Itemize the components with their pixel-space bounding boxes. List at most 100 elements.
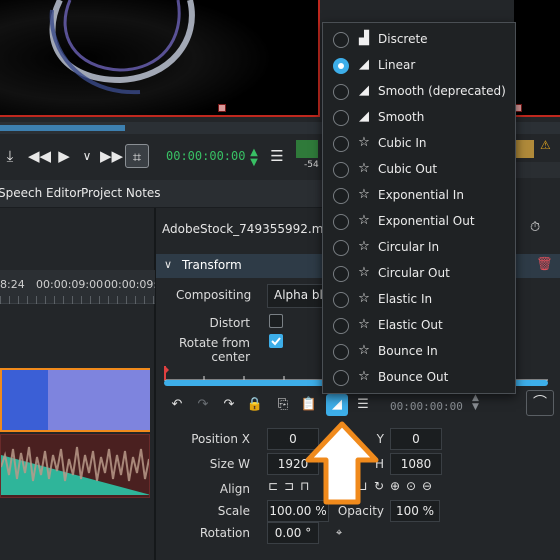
- radio-button[interactable]: [333, 136, 349, 152]
- add-keyframe-icon[interactable]: ↷: [194, 396, 212, 414]
- lock-icon[interactable]: 🔒: [246, 396, 264, 414]
- star-icon: ☆: [358, 161, 370, 176]
- star-icon: ☆: [358, 343, 370, 358]
- zoom-fit-icon[interactable]: ⊙: [406, 479, 416, 493]
- menu-item-label: Circular Out: [378, 266, 450, 280]
- menu-item-linear[interactable]: ◢ Linear: [323, 53, 515, 79]
- radio-button-selected[interactable]: [333, 58, 349, 74]
- menu-item-exponential-in[interactable]: ☆ Exponential In: [323, 183, 515, 209]
- align-hcenter-icon[interactable]: ⊐: [284, 479, 294, 493]
- seek-progress: [0, 125, 125, 131]
- timeline-ruler[interactable]: 8:24 00:00:09:00 00:00:09:3: [0, 270, 164, 304]
- effect-name: Transform: [182, 258, 242, 272]
- menu-item-smooth[interactable]: ◢ Smooth: [323, 105, 515, 131]
- chevron-down-icon[interactable]: ∨: [80, 144, 94, 168]
- align-label: Align: [219, 482, 250, 496]
- opacity-field[interactable]: 100 %: [390, 500, 440, 522]
- menu-item-smooth-deprecated[interactable]: ◢ Smooth (deprecated): [323, 79, 515, 105]
- tab-project-notes[interactable]: Project Notes: [81, 186, 161, 200]
- radio-button[interactable]: [333, 214, 349, 230]
- tab-speech-editor[interactable]: Speech Editor: [0, 186, 82, 200]
- compositing-select[interactable]: Alpha ble: [267, 284, 330, 308]
- menu-icon[interactable]: ☰: [270, 144, 284, 168]
- radio-button[interactable]: [333, 162, 349, 178]
- delete-icon[interactable]: 🗑: [536, 257, 553, 272]
- compositing-label: Compositing: [176, 288, 252, 302]
- menu-item-circular-out[interactable]: ☆ Circular Out: [323, 261, 515, 287]
- radio-button[interactable]: [333, 266, 349, 282]
- transform-handle[interactable]: [218, 104, 226, 112]
- timecode-stepper[interactable]: ▲ ▼: [248, 148, 260, 172]
- rotation-field[interactable]: 0.00 °: [267, 522, 319, 544]
- ruler-label: 8:24: [0, 278, 25, 291]
- clip-monitor[interactable]: [0, 0, 320, 117]
- star-icon: ☆: [358, 265, 370, 280]
- radio-button[interactable]: [333, 318, 349, 334]
- rewind-button[interactable]: ◀◀: [28, 144, 51, 168]
- next-keyframe-icon[interactable]: ↷: [220, 396, 238, 414]
- project-monitor: [514, 0, 560, 117]
- radio-button[interactable]: [333, 292, 349, 308]
- zoom-in-icon[interactable]: ⊕: [390, 479, 400, 493]
- crop-icon[interactable]: ⌗: [125, 144, 149, 168]
- radio-button[interactable]: [333, 188, 349, 204]
- curve-editor-button[interactable]: ⌒: [526, 390, 554, 416]
- size-h-field[interactable]: 1080: [390, 453, 442, 475]
- radio-button[interactable]: [333, 32, 349, 48]
- menu-item-circular-in[interactable]: ☆ Circular In: [323, 235, 515, 261]
- paste-icon[interactable]: 📋: [300, 396, 318, 414]
- copy-icon[interactable]: ⎘: [274, 396, 292, 414]
- menu-item-discrete[interactable]: ▟ Discrete: [323, 27, 515, 53]
- distort-checkbox[interactable]: [269, 314, 283, 328]
- menu-item-cubic-out[interactable]: ☆ Cubic Out: [323, 157, 515, 183]
- play-button[interactable]: ▶: [56, 144, 72, 168]
- radio-button[interactable]: [333, 110, 349, 126]
- radio-button[interactable]: [333, 344, 349, 360]
- scale-label: Scale: [217, 504, 250, 518]
- menu-item-label: Bounce Out: [378, 370, 449, 384]
- menu-item-label: Exponential Out: [378, 214, 475, 228]
- monitor-timecode[interactable]: 00:00:00:00: [166, 149, 245, 163]
- menu-item-cubic-in[interactable]: ☆ Cubic In: [323, 131, 515, 157]
- warning-icon: ⚠: [540, 138, 551, 152]
- menu-item-bounce-in[interactable]: ☆ Bounce In: [323, 339, 515, 365]
- timeline[interactable]: 8:24 00:00:09:00 00:00:09:3: [0, 208, 164, 560]
- timer-icon[interactable]: ⏱: [530, 220, 540, 235]
- interpolation-linear-button[interactable]: ◢: [326, 394, 348, 416]
- size-w-label: Size W: [209, 457, 250, 471]
- discrete-icon: ▟: [359, 31, 369, 46]
- audio-clip[interactable]: [0, 434, 150, 498]
- rotate-from-center-checkbox[interactable]: [269, 334, 283, 348]
- go-to-end-icon[interactable]: ⤓: [2, 144, 18, 168]
- menu-item-exponential-out[interactable]: ☆ Exponential Out: [323, 209, 515, 235]
- radio-button[interactable]: [333, 370, 349, 386]
- audio-meter-right: [514, 140, 534, 158]
- linear-icon: ◢: [359, 57, 369, 72]
- menu-item-label: Smooth (deprecated): [378, 84, 506, 98]
- menu-item-label: Cubic Out: [378, 162, 438, 176]
- video-clip[interactable]: [0, 368, 150, 432]
- menu-item-elastic-in[interactable]: ☆ Elastic In: [323, 287, 515, 313]
- keyframe-toolbar: ↶ ↷ ↷ 🔒 ⎘ 📋 ◢ ☰ 00:00:00:00 ▲ ▼ ⌒: [156, 390, 560, 418]
- menu-icon[interactable]: ☰: [354, 396, 372, 414]
- fast-forward-button[interactable]: ▶▶: [100, 144, 123, 168]
- radio-button[interactable]: [333, 84, 349, 100]
- menu-item-label: Elastic In: [378, 292, 433, 306]
- keyframe-timecode[interactable]: 00:00:00:00: [390, 400, 463, 413]
- collapse-icon[interactable]: ∨: [164, 258, 172, 271]
- position-y-field[interactable]: 0: [390, 428, 442, 450]
- radio-button[interactable]: [333, 240, 349, 256]
- smooth-icon: ◢: [359, 83, 369, 98]
- previous-keyframe-icon[interactable]: ↶: [168, 396, 186, 414]
- rotate-from-center-label: Rotate from center: [178, 336, 250, 364]
- zoom-out-icon[interactable]: ⊖: [422, 479, 432, 493]
- align-left-icon[interactable]: ⊏: [268, 479, 278, 493]
- star-icon: ☆: [358, 213, 370, 228]
- meter-label: -54: [304, 160, 319, 170]
- menu-item-label: Smooth: [378, 110, 425, 124]
- menu-item-bounce-out[interactable]: ☆ Bounce Out: [323, 365, 515, 391]
- star-icon: ☆: [358, 187, 370, 202]
- preview-image: [0, 0, 318, 115]
- menu-item-elastic-out[interactable]: ☆ Elastic Out: [323, 313, 515, 339]
- keyframe-timecode-stepper[interactable]: ▲ ▼: [472, 394, 479, 412]
